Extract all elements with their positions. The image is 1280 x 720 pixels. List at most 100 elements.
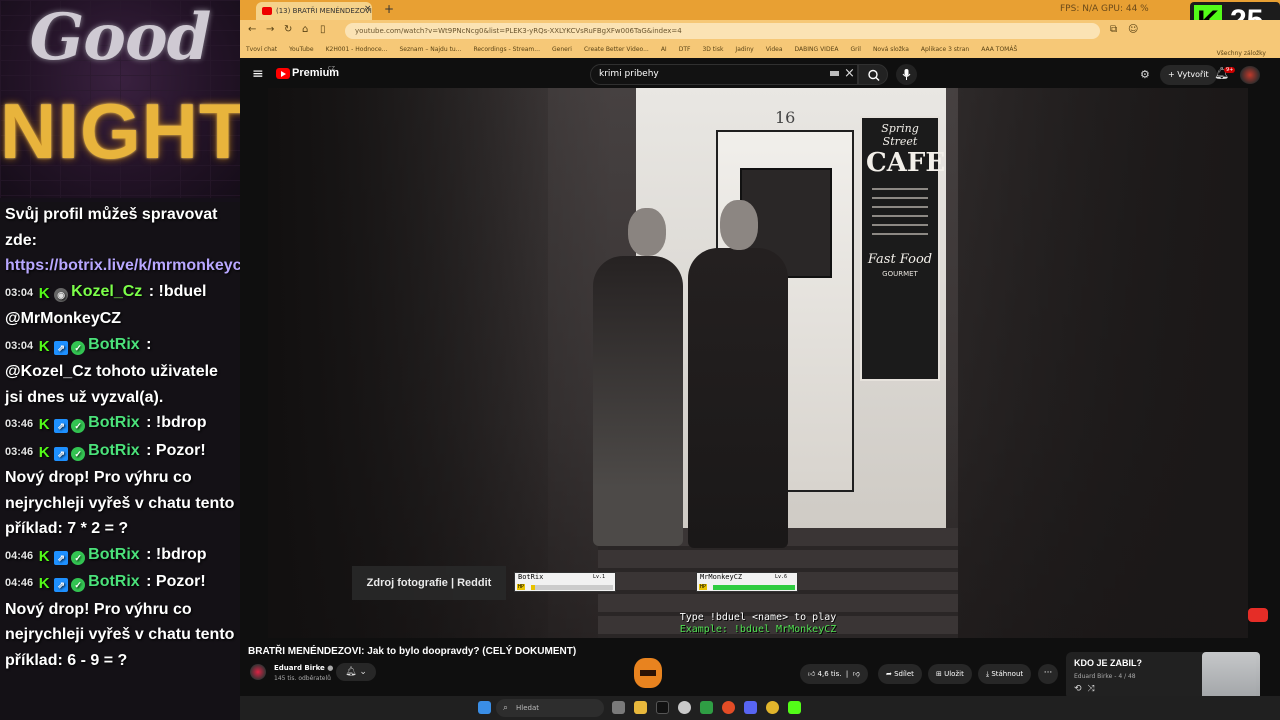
back-icon[interactable]: ←	[248, 24, 256, 35]
cafe-sign: Spring Street CAFE Fast Food GOURMET	[860, 116, 946, 381]
search-input[interactable]: krimi pribehy	[590, 64, 858, 85]
youtube-logo-icon[interactable]	[276, 68, 290, 79]
bookmark-item[interactable]: DTF	[679, 46, 691, 53]
more-actions-button[interactable]: ···	[1038, 664, 1058, 684]
save-button[interactable]: ⊞ Uložit	[928, 664, 972, 684]
address-bar-row: ← → ↻ ⌂ ▯ youtube.com/watch?v=Wt9PNcNcg0…	[240, 20, 1280, 42]
like-count: 4,6 tis.	[817, 670, 842, 678]
new-tab-button[interactable]: +	[384, 2, 394, 16]
bookmark-item[interactable]: Aplikace 3 stran	[921, 46, 969, 53]
tiktok-icon[interactable]	[656, 701, 669, 714]
keyboard-icon[interactable]	[830, 71, 839, 76]
channel-name-text: Eduard Birke	[274, 664, 325, 672]
search-button[interactable]	[858, 64, 888, 85]
download-label: Stáhnout	[991, 670, 1024, 678]
xbox-icon[interactable]	[700, 701, 713, 714]
chat-username[interactable]: Kozel_Cz	[71, 283, 142, 300]
chrome-canary-icon[interactable]	[766, 701, 779, 714]
forward-icon[interactable]: →	[266, 24, 274, 35]
cafe-sign-title: CAFE	[866, 148, 946, 178]
bookmark-item[interactable]: Nová složka	[873, 46, 909, 53]
clear-search-icon[interactable]: ×	[844, 66, 855, 81]
chat-username[interactable]: BotRix	[88, 573, 140, 590]
shuffle-icon[interactable]: ⤨	[1088, 684, 1101, 694]
bookmark-item[interactable]: AAA TOMÁŠ	[981, 46, 1017, 53]
like-button[interactable]: 👍︎ 4,6 tis. | 👎︎	[800, 664, 868, 684]
bookmark-item[interactable]: YouTube	[289, 46, 313, 53]
channel-name[interactable]: Eduard Birke ●	[274, 664, 333, 672]
bookmark-item[interactable]: Videa	[766, 46, 783, 53]
url-field[interactable]: youtube.com/watch?v=Wt9PNcNcg0&list=PLEK…	[345, 23, 1100, 39]
chat-username[interactable]: BotRix	[88, 414, 140, 431]
tab-close-icon[interactable]: ×	[364, 4, 372, 14]
chat-separator: :	[141, 441, 156, 459]
duel-card-right: MrMonkeyCZ Lv.6 HP	[696, 572, 798, 592]
chat-username[interactable]: BotRix	[88, 336, 140, 353]
bookmark-item[interactable]: DABING VIDEA	[795, 46, 839, 53]
hp-bar	[713, 585, 795, 590]
chat-timestamp: 03:46	[5, 418, 34, 430]
bookmark-item[interactable]: Tvoví chat	[246, 46, 277, 53]
bookmark-item[interactable]: K2H001 - Hodnoce...	[326, 46, 388, 53]
home-icon[interactable]: ⌂	[302, 24, 308, 35]
profile-icon[interactable]: ☺	[1128, 24, 1138, 35]
verified-badge-icon: ✓	[71, 550, 86, 565]
chat-message: 03:46 K ⇗ ✓ BotRix : !bdrop	[0, 410, 240, 438]
start-icon[interactable]	[478, 701, 491, 714]
taskbar-search[interactable]: Hledat	[496, 699, 604, 717]
kick-badge-icon: K	[38, 547, 50, 565]
verified-badge-icon: ✓	[71, 340, 86, 355]
dark-building-left	[268, 88, 548, 638]
voice-search-button[interactable]	[896, 64, 917, 85]
account-avatar[interactable]	[1240, 66, 1260, 84]
chat-link[interactable]: https://botrix.live/k/mrmonkeycz/battle	[5, 257, 240, 274]
file-explorer-icon[interactable]	[634, 701, 647, 714]
youtube-header: ≡ Premium CZ krimi pribehy × ⚙ + Vytvoři…	[240, 62, 1280, 88]
kick-badge-icon: K	[38, 337, 50, 355]
chat-message: 04:46 K ⇗ ✓ BotRix : Pozor! Nový drop! Pro v…	[0, 569, 240, 673]
download-button[interactable]: ⤓ Stáhnout	[978, 664, 1032, 684]
discord-icon[interactable]	[744, 701, 757, 714]
bookmark-item[interactable]: Generi	[552, 46, 572, 53]
bot-badge-icon: ⇗	[54, 550, 69, 565]
create-button[interactable]: + Vytvořit	[1160, 65, 1217, 85]
bookmark-item[interactable]: Seznam – Najdu tu...	[399, 46, 461, 53]
hamburger-menu-icon[interactable]: ≡	[252, 66, 264, 82]
reload-icon[interactable]: ↻	[284, 24, 292, 35]
task-view-icon[interactable]	[612, 701, 625, 714]
cafe-menu-lines	[866, 188, 934, 235]
loop-icon[interactable]: ⟲	[1074, 684, 1088, 694]
stream-app-icon[interactable]	[788, 701, 801, 714]
subscription-bell-button[interactable]: 🔔︎ ⌄	[336, 663, 376, 681]
hp-bar-fill	[531, 585, 536, 590]
bookmark-item[interactable]: Recordings - Stream...	[473, 46, 540, 53]
cafe-sign-top-text: Spring Street	[881, 122, 919, 148]
playlist-controls: ⟲⤨	[1074, 684, 1101, 694]
chat-username[interactable]: BotRix	[88, 546, 140, 563]
verified-icon: ●	[327, 664, 334, 672]
duel-card-left: BotRix Lv.1 HP	[514, 572, 616, 592]
extensions-icon[interactable]: ⧉	[1110, 24, 1117, 35]
video-player[interactable]: 16 Spring Street CAFE Fast Food GOURMET …	[268, 88, 1248, 638]
share-button[interactable]: ➦ Sdílet	[878, 664, 922, 684]
channel-avatar[interactable]	[250, 664, 266, 680]
bookmark-item[interactable]: AI	[661, 46, 667, 53]
youtube-mini-icon[interactable]	[1248, 608, 1268, 622]
settings-icon[interactable]	[678, 701, 691, 714]
bookmark-item[interactable]: 3D tisk	[702, 46, 723, 53]
chrome-icon[interactable]	[722, 701, 735, 714]
tab-strip: (13) BRATŘI MENÉNDEZOVI × + FPS: N/A GPU…	[240, 0, 1280, 42]
photo-source-caption: Zdroj fotografie | Reddit	[352, 566, 506, 600]
bookmark-item[interactable]: Create Better Video...	[584, 46, 649, 53]
chat-separator: :	[141, 545, 156, 563]
tab-youtube[interactable]: (13) BRATŘI MENÉNDEZOVI	[256, 2, 372, 20]
youtube-favicon-icon	[262, 7, 272, 15]
bot-badge-icon: ⇗	[54, 578, 69, 592]
chat-message: 03:04 K ◉ Kozel_Cz : !bduel @MrMonkeyCZ	[0, 279, 240, 332]
all-bookmarks-link[interactable]: Všechny záložky	[1217, 50, 1266, 57]
chat-username[interactable]: BotRix	[88, 442, 140, 459]
sidebar-icon[interactable]: ▯	[320, 24, 326, 35]
cast-icon[interactable]: ⚙	[1140, 68, 1150, 81]
bookmark-item[interactable]: Gril	[850, 46, 860, 53]
bookmark-item[interactable]: Jadiny	[735, 46, 753, 53]
